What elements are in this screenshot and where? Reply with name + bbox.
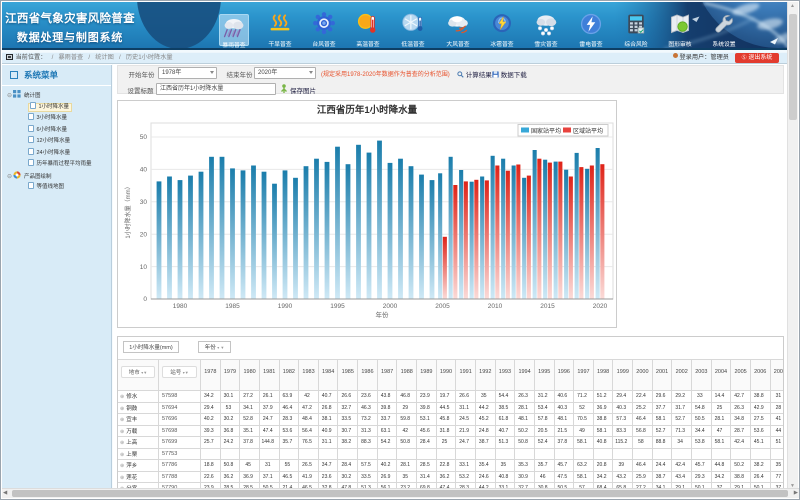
svg-text:1985: 1985 (225, 303, 240, 310)
svg-text:1990: 1990 (278, 303, 293, 310)
svg-text:50: 50 (140, 134, 148, 141)
svg-text:40: 40 (140, 167, 148, 174)
svg-text:10: 10 (140, 264, 148, 271)
svg-text:年份: 年份 (376, 310, 390, 319)
svg-text:国家站平均: 国家站平均 (531, 127, 561, 135)
svg-text:2020: 2020 (593, 303, 608, 310)
svg-text:0: 0 (143, 296, 147, 303)
svg-text:1小时降水量（mm）: 1小时降水量（mm） (124, 183, 132, 238)
svg-text:20: 20 (140, 231, 148, 238)
svg-text:1980: 1980 (173, 303, 188, 310)
svg-text:1995: 1995 (330, 303, 345, 310)
svg-text:2000: 2000 (383, 303, 398, 310)
svg-text:2010: 2010 (488, 303, 503, 310)
svg-text:江西省历年1小时降水量: 江西省历年1小时降水量 (317, 104, 418, 116)
svg-text:2005: 2005 (435, 303, 450, 310)
svg-text:区域站平均: 区域站平均 (573, 127, 603, 135)
svg-text:2015: 2015 (540, 303, 555, 310)
svg-text:30: 30 (140, 199, 148, 206)
